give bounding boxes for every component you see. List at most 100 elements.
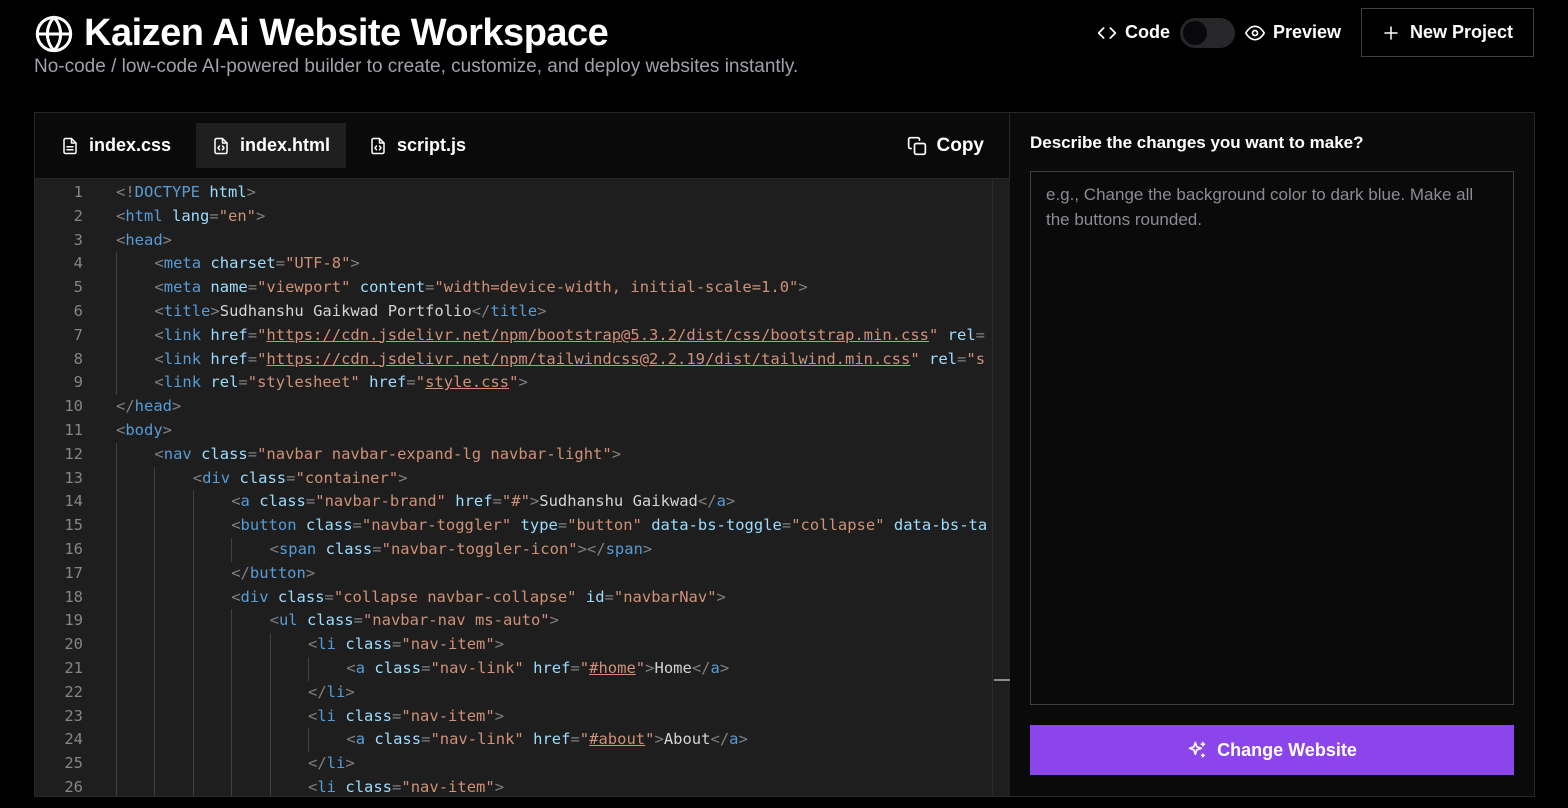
code-token: = (406, 373, 416, 392)
indent-guide (269, 633, 271, 657)
code-content: <link rel="stylesheet" href="style.css"> (154, 371, 527, 395)
indent-guide (116, 657, 117, 681)
prompt-input[interactable] (1030, 171, 1514, 705)
tab-index-css[interactable]: index.css (45, 123, 187, 168)
indent-guide (116, 680, 117, 705)
indent-guide (192, 561, 194, 586)
new-project-button[interactable]: New Project (1361, 8, 1534, 57)
indent-guide (154, 514, 156, 538)
code-token: = (957, 349, 967, 368)
code-token: href (210, 349, 248, 368)
code-token: "collapse" (791, 516, 885, 535)
code-token: " (635, 659, 646, 677)
code-content: <a class="nav-link" href="#home">Home</a… (346, 657, 729, 681)
indent-guide (192, 538, 194, 562)
code-token: = (353, 611, 363, 630)
indent-guide (154, 585, 156, 610)
indent-guide (116, 752, 117, 776)
code-content: <link href="https://cdn.jsdelivr.net/npm… (154, 324, 985, 348)
code-token: = (604, 587, 614, 606)
code-line: 9 <link rel="stylesheet" href="style.css"… (35, 371, 1010, 396)
code-token: > (725, 492, 736, 511)
line-number: 14 (64, 492, 83, 511)
code-token: < (154, 444, 164, 463)
code-line: 15 <button class="navbar-toggler" type="b… (35, 514, 1010, 538)
code-content: <meta charset="UTF-8"> (154, 252, 359, 276)
copy-icon (907, 136, 926, 155)
code-token: = (781, 516, 792, 535)
view-toggle-group: Code Preview (1097, 17, 1341, 48)
code-token: < (154, 349, 164, 368)
code-token: < (269, 540, 279, 558)
code-token: > (611, 444, 622, 463)
tab-index-html[interactable]: index.html (196, 123, 347, 168)
line-number: 1 (73, 183, 83, 201)
code-token: < (346, 659, 356, 677)
code-token: < (192, 468, 203, 487)
code-token: Home (654, 659, 692, 677)
code-content: <button class="navbar-toggler" type="but… (231, 514, 987, 538)
code-content: <title>Sudhanshu Gaikwad Portfolio</titl… (154, 300, 546, 324)
code-token: = (247, 278, 258, 297)
code-token: id (585, 587, 605, 606)
indent-guide (116, 466, 117, 491)
code-token: html (209, 183, 247, 201)
code-token: </ (710, 730, 730, 749)
code-token: " (415, 373, 426, 392)
code-token: > (518, 373, 528, 392)
code-token: "navbarNav" (613, 587, 717, 606)
code-token: span (605, 540, 643, 558)
code-token: class (345, 635, 393, 654)
code-token: "nav-link" (430, 730, 524, 749)
line-number: 20 (64, 635, 83, 654)
code-content: <a class="nav-link" href="#about">About<… (346, 728, 747, 752)
line-number: 8 (73, 349, 83, 368)
code-token: > (654, 730, 664, 749)
code-line: 7 <link href="https://cdn.jsdelivr.net/np… (35, 323, 1010, 348)
scroll-position-marker (994, 679, 1010, 681)
code-line: 19 <ul class="navbar-nav ms-auto"> (35, 609, 1010, 634)
code-token: "en" (218, 206, 257, 225)
line-number: 9 (73, 373, 83, 392)
indent-guide (154, 538, 156, 562)
code-token: = (570, 659, 580, 677)
view-toggle-switch[interactable] (1179, 17, 1235, 48)
code-token: = (247, 444, 258, 463)
code-line: 24 <a class="nav-link" href="#about">Abou… (35, 728, 1010, 753)
code-token: meta (163, 254, 202, 273)
code-token: "navbar-toggler" (361, 516, 512, 535)
editor-scrollbar[interactable] (992, 179, 1010, 796)
code-token: meta (163, 278, 202, 297)
code-token: Sudhanshu Gaikwad (539, 492, 698, 511)
code-token: "navbar navbar-expand-lg navbar-light" (257, 444, 612, 463)
preview-view-label[interactable]: Preview (1244, 22, 1341, 43)
indent-guide (116, 538, 117, 562)
change-website-button[interactable]: Change Website (1030, 725, 1514, 775)
code-token: "nav-item" (401, 635, 495, 654)
file-code-icon (371, 137, 385, 154)
code-token: = (570, 730, 580, 749)
tab-script-js[interactable]: script.js (353, 123, 482, 168)
code-view-label[interactable]: Code (1097, 22, 1170, 43)
code-token: < (308, 706, 318, 725)
code-area[interactable]: 26 <li class="nav-item"> 25 </li> 24 <a class… (35, 179, 1010, 796)
indent-guide (116, 514, 117, 538)
code-line: 2 <html lang="en"> (35, 205, 1010, 229)
code-token: "stylesheet" (247, 373, 360, 392)
code-content: </button> (231, 562, 315, 586)
line-number: 11 (64, 421, 83, 439)
indent-guide (116, 561, 117, 586)
code-token: < (154, 325, 164, 344)
code-token: link (163, 325, 202, 344)
code-token: = (392, 778, 402, 796)
indent-guide (269, 680, 271, 705)
code-token: html (125, 206, 163, 225)
indent-guide (116, 704, 117, 729)
copy-button[interactable]: Copy (907, 123, 984, 168)
